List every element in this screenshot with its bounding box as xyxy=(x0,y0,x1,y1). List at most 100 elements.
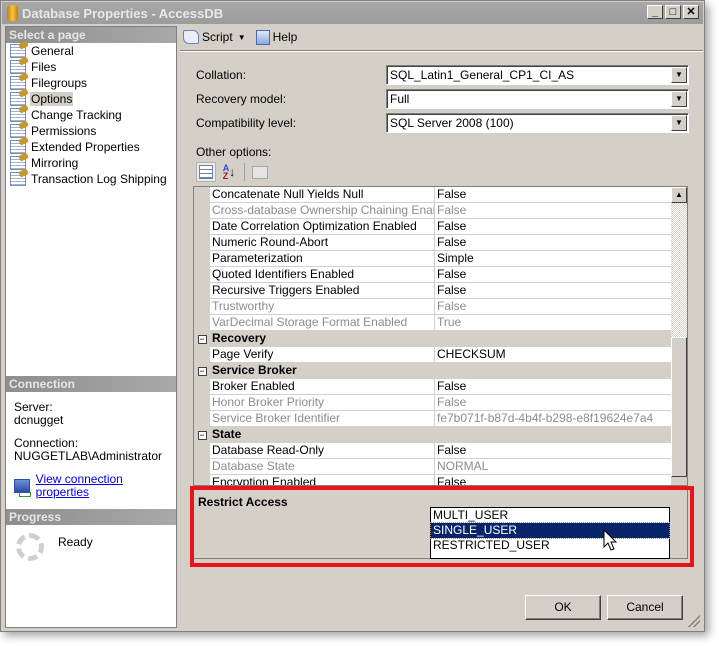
page-item-options[interactable]: Options xyxy=(6,91,176,107)
property-value[interactable]: False xyxy=(435,187,687,203)
row-margin xyxy=(194,219,210,235)
page-item-label: General xyxy=(31,44,74,58)
property-value[interactable]: False xyxy=(435,235,687,251)
property-row[interactable]: Broker Enabled False xyxy=(194,379,687,395)
category-row[interactable]: − State xyxy=(194,427,687,443)
collation-combobox[interactable]: SQL_Latin1_General_CP1_CI_AS ▼ xyxy=(386,65,689,85)
property-row[interactable]: Cross-database Ownership Chaining Enable… xyxy=(194,203,687,219)
script-button[interactable]: Script ▼ xyxy=(183,30,252,44)
script-dropdown-arrow-icon[interactable]: ▼ xyxy=(238,33,246,42)
property-value[interactable]: False xyxy=(435,443,687,459)
page-item-files[interactable]: Files xyxy=(6,59,176,75)
minimize-button[interactable]: _ xyxy=(647,5,663,19)
property-row[interactable]: Concatenate Null Yields Null False xyxy=(194,187,687,203)
collapse-minus-icon[interactable]: − xyxy=(194,427,210,443)
collapse-minus-icon[interactable]: − xyxy=(194,331,210,347)
page-item-transaction-log-shipping[interactable]: Transaction Log Shipping xyxy=(6,171,176,187)
property-row[interactable]: VarDecimal Storage Format Enabled True xyxy=(194,315,687,331)
vertical-scrollbar[interactable]: ▲ ▼ xyxy=(671,187,687,485)
database-icon xyxy=(7,5,18,21)
title-bar[interactable]: Database Properties - AccessDB _ □ ✕ xyxy=(2,2,703,24)
scroll-up-arrow-icon[interactable]: ▲ xyxy=(671,187,687,203)
page-item-change-tracking[interactable]: Change Tracking xyxy=(6,107,176,123)
view-connection-properties-text[interactable]: View connection properties xyxy=(36,473,176,499)
cancel-button[interactable]: Cancel xyxy=(607,595,683,620)
property-name: Honor Broker Priority xyxy=(210,395,435,411)
row-margin xyxy=(194,411,210,427)
property-value[interactable]: False xyxy=(435,299,687,315)
property-value[interactable]: False xyxy=(435,379,687,395)
option-single-user[interactable]: SINGLE_USER xyxy=(430,522,670,539)
page-item-extended-properties[interactable]: Extended Properties xyxy=(6,139,176,155)
property-value[interactable]: False xyxy=(435,219,687,235)
ok-button[interactable]: OK xyxy=(525,595,601,620)
property-row[interactable]: Database State NORMAL xyxy=(194,459,687,475)
category-name: State xyxy=(212,427,242,441)
property-pages-icon xyxy=(252,165,268,179)
progress-status: Ready xyxy=(58,535,93,549)
category-row[interactable]: − Recovery xyxy=(194,331,687,347)
script-icon xyxy=(183,30,199,44)
property-row[interactable]: Date Correlation Optimization Enabled Fal… xyxy=(194,219,687,235)
property-name: Database State xyxy=(210,459,435,475)
page-item-label: Change Tracking xyxy=(31,108,122,122)
option-multi-user[interactable]: MULTI_USER xyxy=(431,508,669,523)
row-margin xyxy=(194,203,210,219)
property-name: Recursive Triggers Enabled xyxy=(210,283,435,299)
options-page: Script ▼ Help Collation: SQL_Latin1_Gene… xyxy=(180,26,703,589)
select-page-header: Select a page xyxy=(6,27,176,43)
property-name: Date Correlation Optimization Enabled xyxy=(210,219,435,235)
connection-info: Server: dcnugget Connection: NUGGETLAB\A… xyxy=(14,401,176,499)
maximize-button[interactable]: □ xyxy=(665,5,681,19)
property-row[interactable]: Honor Broker Priority False xyxy=(194,395,687,411)
scroll-track[interactable] xyxy=(671,203,687,337)
property-row[interactable]: Service Broker Identifier fe7b071f-b87d-4… xyxy=(194,411,687,427)
property-row[interactable]: Page Verify CHECKSUM xyxy=(194,347,687,363)
category-row[interactable]: − Service Broker xyxy=(194,363,687,379)
row-margin xyxy=(194,187,210,203)
restrict-access-options-list[interactable]: MULTI_USER SINGLE_USER RESTRICTED_USER xyxy=(430,507,670,559)
alphabetical-button[interactable]: A Z ↓ xyxy=(219,162,239,182)
compatibility-level-combobox[interactable]: SQL Server 2008 (100) ▼ xyxy=(386,113,689,133)
property-row[interactable]: Recursive Triggers Enabled False xyxy=(194,283,687,299)
property-value[interactable]: False xyxy=(435,475,687,485)
property-row[interactable]: Parameterization Simple xyxy=(194,251,687,267)
property-value[interactable]: False xyxy=(435,395,687,411)
property-row[interactable]: Encryption Enabled False xyxy=(194,475,687,485)
scroll-thumb[interactable] xyxy=(671,337,687,477)
property-value[interactable]: True xyxy=(435,315,687,331)
collapse-minus-icon[interactable]: − xyxy=(194,363,210,379)
help-button[interactable]: Help xyxy=(255,29,297,45)
page-item-general[interactable]: General xyxy=(6,43,176,59)
property-value[interactable]: fe7b071f-b87d-4b4f-b298-e8f19624e7a4 xyxy=(435,411,687,427)
property-row[interactable]: Quoted Identifiers Enabled False xyxy=(194,267,687,283)
page-item-permissions[interactable]: Permissions xyxy=(6,123,176,139)
property-pages-button[interactable] xyxy=(250,162,270,182)
property-row[interactable]: Trustworthy False xyxy=(194,299,687,315)
properties-page-icon xyxy=(10,108,26,122)
view-connection-properties-link[interactable]: View connection properties xyxy=(14,473,176,499)
script-label: Script xyxy=(202,30,233,44)
page-item-mirroring[interactable]: Mirroring xyxy=(6,155,176,171)
recovery-model-combobox[interactable]: Full ▼ xyxy=(386,89,689,109)
page-item-filegroups[interactable]: Filegroups xyxy=(6,75,176,91)
chevron-down-icon[interactable]: ▼ xyxy=(671,91,687,107)
option-restricted-user[interactable]: RESTRICTED_USER xyxy=(431,538,669,553)
property-name: Service Broker Identifier xyxy=(210,411,435,427)
property-value[interactable]: False xyxy=(435,267,687,283)
chevron-down-icon[interactable]: ▼ xyxy=(671,115,687,131)
chevron-down-icon[interactable]: ▼ xyxy=(671,67,687,83)
resize-grip-icon[interactable] xyxy=(688,615,700,627)
row-margin xyxy=(194,235,210,251)
property-name: Page Verify xyxy=(210,347,435,363)
property-value[interactable]: NORMAL xyxy=(435,459,687,475)
close-button[interactable]: ✕ xyxy=(683,5,699,19)
property-row[interactable]: Numeric Round-Abort False xyxy=(194,235,687,251)
property-value[interactable]: False xyxy=(435,283,687,299)
property-row[interactable]: Database Read-Only False xyxy=(194,443,687,459)
property-name: Quoted Identifiers Enabled xyxy=(210,267,435,283)
property-value[interactable]: CHECKSUM xyxy=(435,347,687,363)
categorized-button[interactable] xyxy=(196,162,216,182)
property-value[interactable]: Simple xyxy=(435,251,687,267)
property-value[interactable]: False xyxy=(435,203,687,219)
